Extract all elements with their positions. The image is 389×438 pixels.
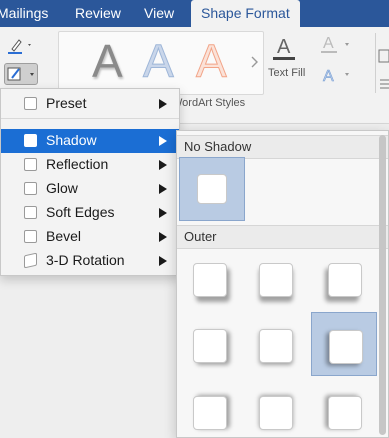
wordart-style-3[interactable]: A: [196, 34, 228, 88]
menu-item-label: 3-D Rotation: [46, 252, 125, 268]
outer-shadow-option[interactable]: [311, 312, 377, 376]
shadow-preview-tile: [193, 329, 227, 363]
menu-item-label: Reflection: [46, 156, 109, 172]
menu-item-label: Glow: [46, 180, 78, 196]
tab-review[interactable]: Review: [75, 0, 121, 27]
text-outline-icon: A: [321, 35, 349, 53]
no-shadow-option[interactable]: [179, 157, 245, 221]
no-shadow-header: No Shadow: [177, 135, 388, 159]
shadow-preview-tile: [328, 396, 362, 430]
preset-icon: [24, 97, 37, 110]
text-effects-icon: A: [323, 68, 349, 85]
submenu-arrow-icon: [159, 256, 167, 266]
text-fill-icon: A: [273, 36, 295, 60]
reflection-icon: [24, 158, 37, 171]
menu-item-label: Preset: [46, 95, 87, 111]
menu-item-label: Shadow: [46, 132, 97, 148]
text-effects-button[interactable]: A: [318, 63, 358, 87]
shape-outline-button[interactable]: [4, 34, 31, 56]
shape-effects-button[interactable]: [4, 63, 38, 85]
menu-item-reflection[interactable]: Reflection: [1, 153, 179, 177]
wrap-text-icon[interactable]: [378, 77, 389, 91]
text-outline-button[interactable]: A: [318, 33, 358, 57]
wordart-styles-gallery[interactable]: A A A: [58, 31, 264, 95]
menu-item-label: Soft Edges: [46, 204, 115, 220]
submenu-scrollbar[interactable]: [379, 135, 386, 435]
svg-text:A: A: [323, 68, 334, 85]
menu-item-shadow[interactable]: Shadow: [1, 129, 179, 153]
alt-text-icon[interactable]: [378, 49, 389, 63]
submenu-arrow-icon: [159, 232, 167, 242]
shadow-preview-tile: [197, 174, 227, 204]
section-label: Outer: [184, 229, 217, 244]
submenu-arrow-icon: [159, 184, 167, 194]
shadow-preview-tile: [328, 263, 362, 297]
glow-icon: [24, 182, 37, 195]
text-fill-label: Text Fill: [268, 67, 306, 79]
ribbon-divider: [375, 33, 376, 93]
outer-shadow-option[interactable]: [191, 261, 257, 325]
submenu-arrow-icon: [159, 99, 167, 109]
gallery-more-icon[interactable]: [251, 56, 259, 68]
menu-item-soft-edges[interactable]: Soft Edges: [1, 201, 179, 225]
tab-view[interactable]: View: [144, 0, 174, 27]
menu-item-bevel[interactable]: Bevel: [1, 225, 179, 249]
menu-item-label: Bevel: [46, 228, 82, 244]
menu-item-preset[interactable]: Preset: [1, 92, 179, 116]
ribbon-tab-bar: Mailings Review View Shape Format: [0, 0, 389, 27]
wordart-styles-label: WordArt Styles: [172, 97, 246, 109]
shape-effects-menu: Preset Shadow Reflection Glow Soft Edges…: [0, 88, 180, 276]
wordart-style-2[interactable]: A: [143, 34, 175, 88]
soft-edges-icon: [24, 206, 37, 219]
shape-effects-icon: [7, 67, 34, 81]
outer-shadow-option[interactable]: [257, 394, 323, 437]
menu-item-3d-rotation[interactable]: 3-D Rotation: [1, 249, 179, 273]
wordart-style-1[interactable]: A: [92, 34, 123, 88]
section-label: No Shadow: [184, 139, 252, 154]
tab-shape-format[interactable]: Shape Format: [191, 0, 300, 27]
outer-shadow-option[interactable]: [191, 327, 257, 391]
menu-item-glow[interactable]: Glow: [1, 177, 179, 201]
shadow-preview-tile: [193, 396, 227, 430]
shadow-preview-tile: [259, 263, 293, 297]
svg-text:A: A: [277, 36, 291, 58]
shadow-icon: [24, 134, 37, 147]
shadow-preview-tile: [259, 329, 293, 363]
bevel-icon: [24, 230, 37, 243]
shadow-preview-tile: [193, 263, 227, 297]
3d-rotation-icon: [24, 252, 37, 269]
outer-header: Outer: [177, 225, 388, 249]
submenu-arrow-icon: [159, 136, 167, 146]
pen-icon: [8, 39, 31, 54]
svg-text:A: A: [323, 35, 334, 52]
text-fill-button[interactable]: A Text Fill: [268, 35, 306, 85]
shadow-preview-tile: [329, 330, 363, 364]
tab-mailings[interactable]: Mailings: [0, 0, 48, 27]
menu-separator: [1, 118, 179, 119]
shadow-preview-tile: [259, 396, 293, 430]
outer-shadow-option[interactable]: [191, 394, 257, 437]
submenu-arrow-icon: [159, 160, 167, 170]
submenu-arrow-icon: [159, 208, 167, 218]
shadow-submenu: No Shadow Outer: [176, 130, 389, 438]
